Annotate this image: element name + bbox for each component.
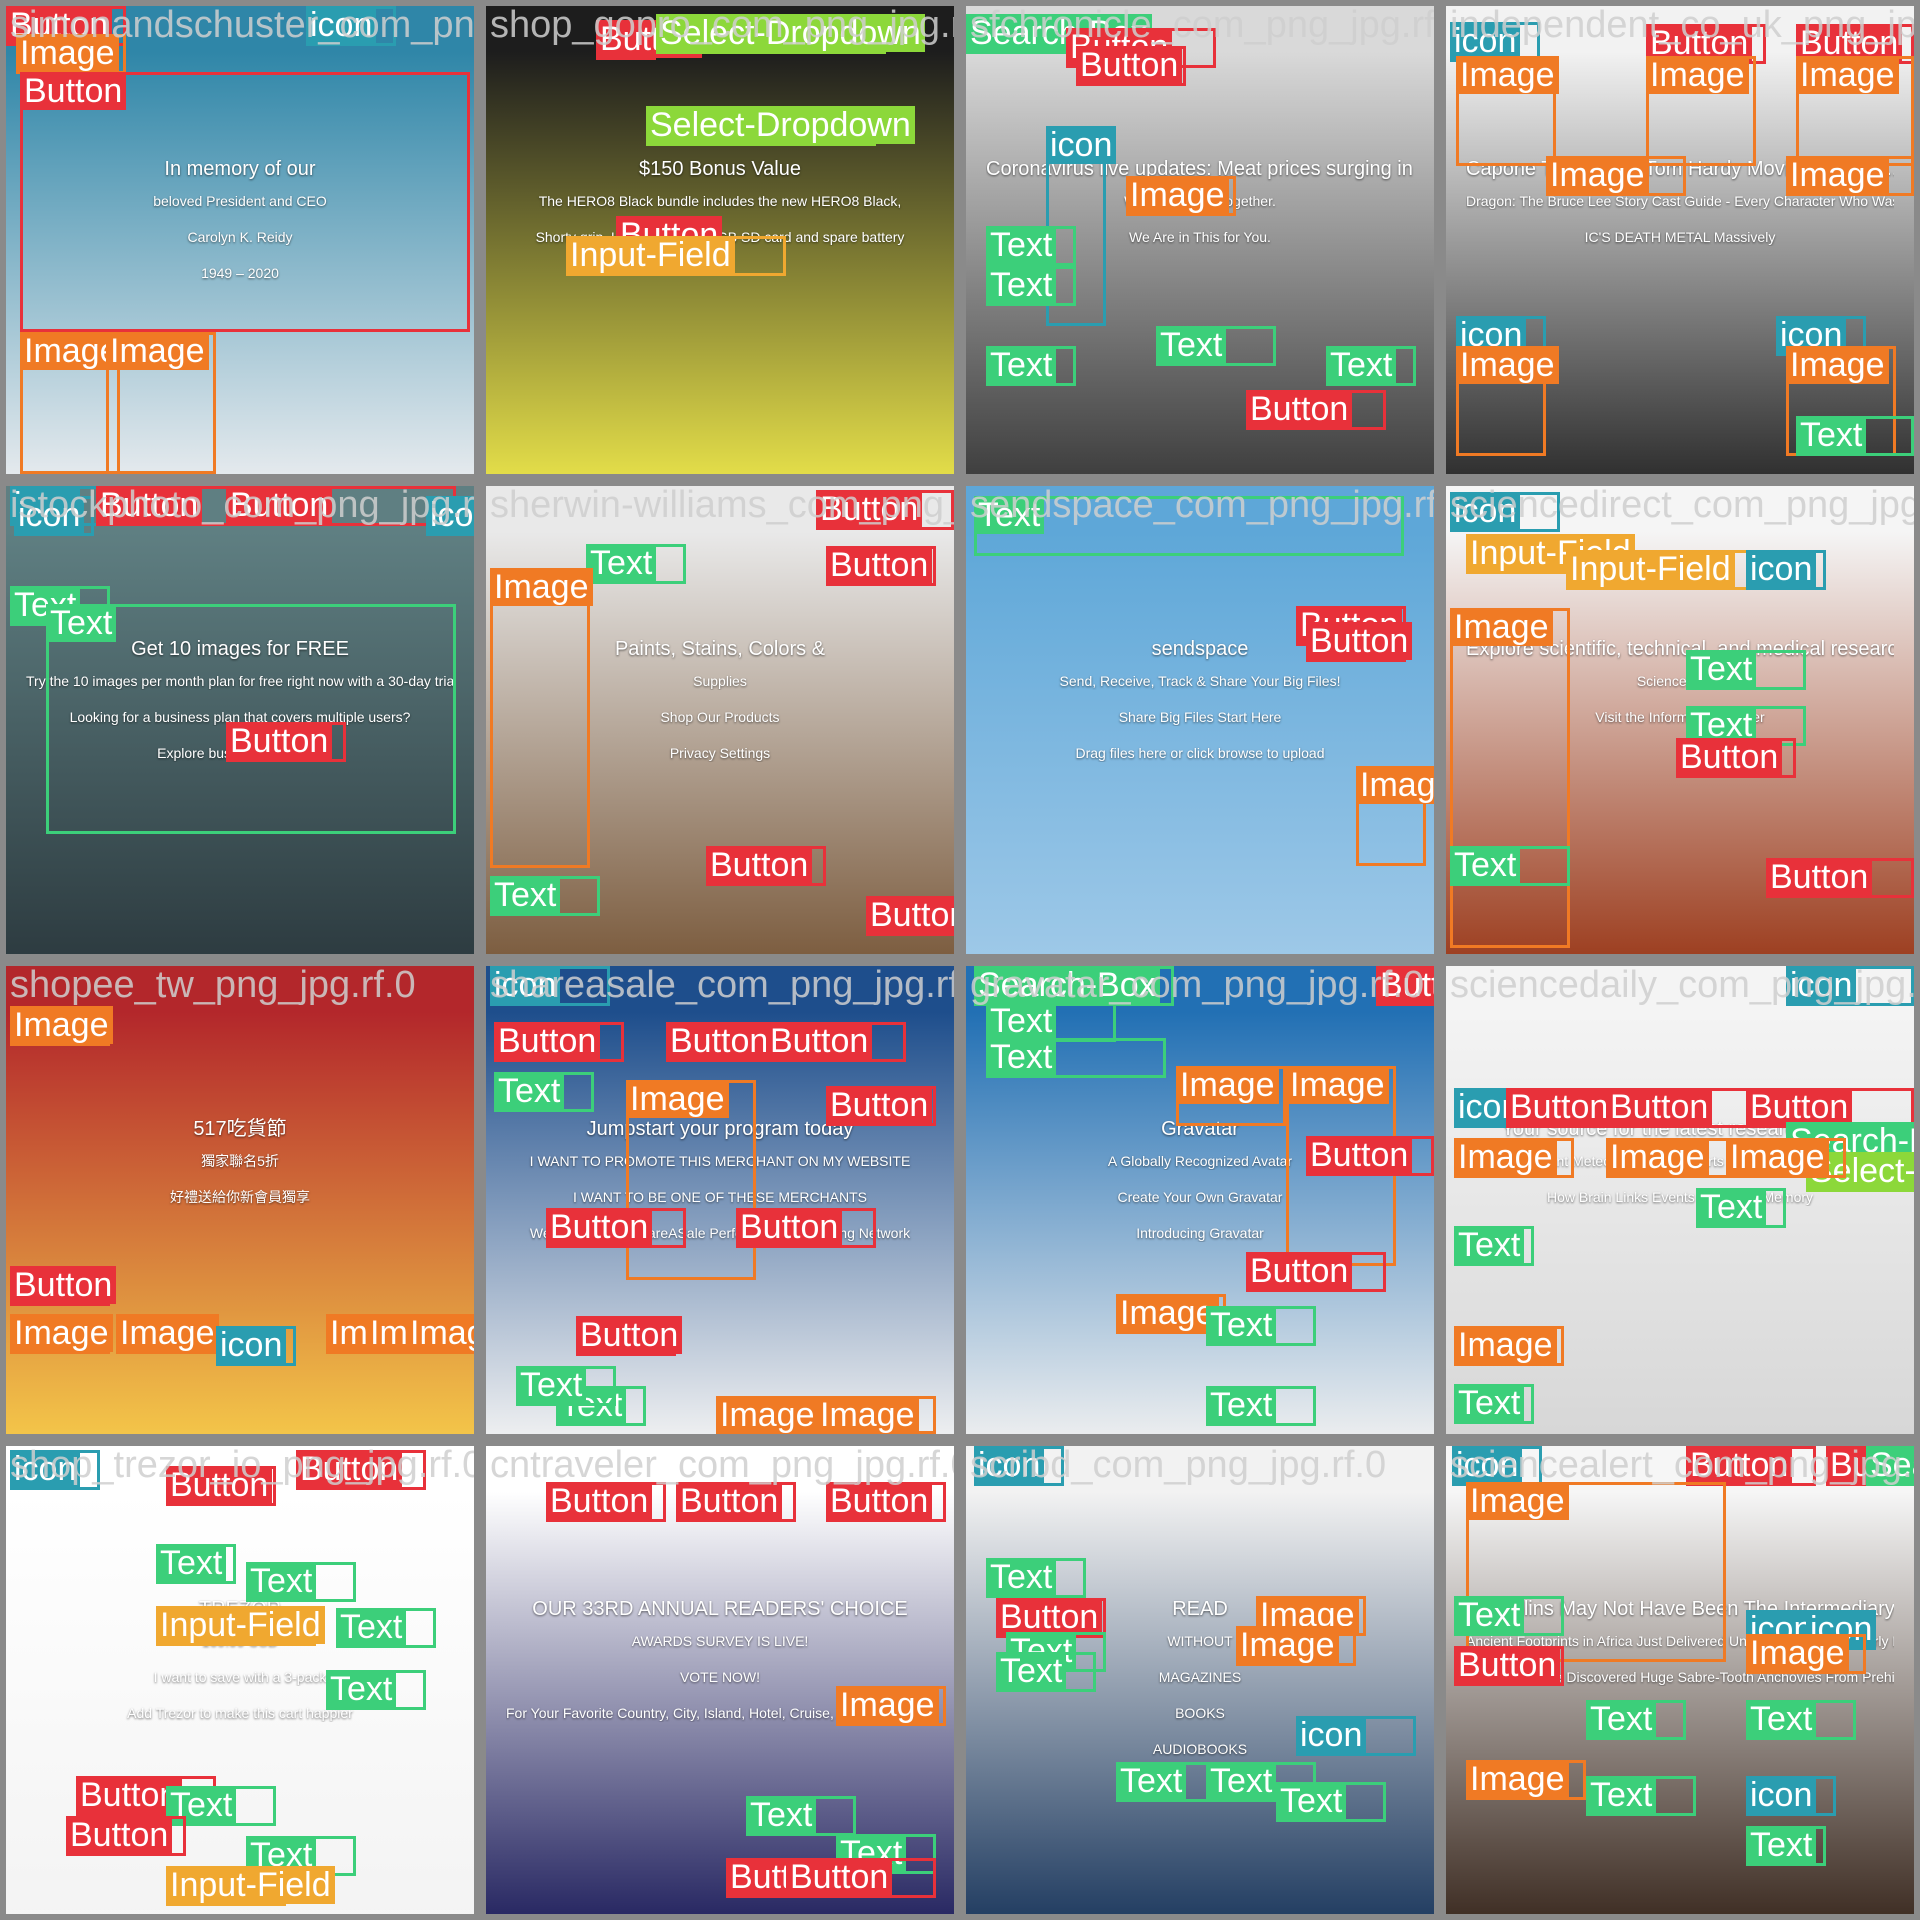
screenshot-tile: simonandschuster_com_png_jpg.rf.0 In memo… xyxy=(0,0,480,480)
page-text: I WANT TO BE ONE OF THESE MERCHANTS xyxy=(572,1189,868,1205)
page-text: AUDIOBOOKS xyxy=(1152,1741,1248,1757)
site-hero xyxy=(966,52,1434,474)
screenshot-tile: shareasale_com_png_jpg.rf.0 Jumpstart you… xyxy=(480,960,960,1440)
page-text: A Globally Recognized Avatar xyxy=(1107,1153,1293,1169)
page-text: MAGAZINES xyxy=(1158,1669,1242,1685)
screenshot-tile: sciencealert_com_png_jpg.rf.0 Pangolins M… xyxy=(1440,1440,1920,1920)
tile-filename: independent_co_uk_png_jpg.rf.0 xyxy=(1450,4,1917,46)
screenshot-tile: shop_gopro_com_png_jpg.rf.0 $150 Bonus Va… xyxy=(480,0,960,480)
tile-filename: gravatar_com_png_jpg.rf.0 xyxy=(970,964,1425,1006)
page-text: IC'S DEATH METAL Massively xyxy=(1584,229,1776,245)
tile-filename: sciencedaily_com_png_jpg.rf.0 xyxy=(1450,964,1920,1006)
page-text: For Your Favorite Country, City, Island,… xyxy=(506,1705,934,1721)
page-text: Dragon: The Bruce Lee Story Cast Guide -… xyxy=(1466,193,1894,209)
page-text: I want to save with a 3-pack xyxy=(153,1669,327,1685)
page-text: sendspace xyxy=(1151,638,1249,660)
page-text: Carolyn K. Reidy xyxy=(187,229,293,245)
page-text: Visit the Information Center xyxy=(1595,709,1765,725)
page-text: How Brain Links Events to Form a Memory xyxy=(1546,1189,1814,1205)
page-text: TREZOR xyxy=(198,1598,282,1620)
screenshot-tile: sfchronicle_com_png_jpg.rf.0 Coronavirus … xyxy=(960,0,1440,480)
page-text: Paints, Stains, Colors & xyxy=(614,638,826,660)
tile-filename: sciencealert_com_png_jpg.rf.0 xyxy=(1450,1444,1920,1486)
page-text: Gravatar xyxy=(1161,1118,1239,1140)
page-text: Introducing Gravatar xyxy=(1136,1225,1264,1241)
screenshot-tile: cntraveler_com_png_jpg.rf.0 OUR 33RD ANNU… xyxy=(480,1440,960,1920)
screenshot-tile: sendspace_com_png_jpg.rf.0 sendspace Send,… xyxy=(960,480,1440,960)
screenshot-tile: scribd_com_png_jpg.rf.0 READ WITHOUT MAGAZI… xyxy=(960,1440,1440,1920)
tile-filename: sendspace_com_png_jpg.rf.0 xyxy=(970,484,1440,526)
tile-filename: simonandschuster_com_png_jpg.rf.0 xyxy=(10,4,480,46)
page-text: I WANT TO PROMOTE THIS MERCHANT ON MY WE… xyxy=(529,1153,911,1169)
page-text: Jumpstart your program today xyxy=(586,1118,854,1140)
page-text: READ xyxy=(1172,1598,1228,1620)
page-text: Giant Meteorite Impacts: Parts of Moon's… xyxy=(1534,1153,1826,1169)
screenshot-tile: shop_trezor_io_png_jpg.rf.0 TREZOR 169.99 … xyxy=(0,1440,480,1920)
page-text: Explore scientific, technical, and medic… xyxy=(1466,638,1894,660)
tile-filename: shop_gopro_com_png_jpg.rf.0 xyxy=(490,4,960,46)
site-hero xyxy=(6,1012,474,1434)
screenshot-tile: sciencedirect_com_png_jpg.rf.0 Explore sc… xyxy=(1440,480,1920,960)
page-text: Supplies xyxy=(693,673,747,689)
page-text: In memory of our xyxy=(164,158,316,180)
screenshot-tile: gravatar_com_png_jpg.rf.0 Gravatar A Globa… xyxy=(960,960,1440,1440)
page-text: We Are in This Together. xyxy=(1124,193,1276,209)
page-text: $150 Bonus Value xyxy=(639,158,801,180)
tile-filename: shopee_tw_png_jpg.rf.0 xyxy=(10,964,416,1006)
tile-filename: scribd_com_png_jpg.rf.0 xyxy=(970,1444,1387,1486)
tile-filename: istockphoto_com_png_jpg.rf.0 xyxy=(10,484,480,526)
page-text: OUR 33RD ANNUAL READERS' CHOICE xyxy=(532,1598,908,1620)
site-hero xyxy=(1446,532,1914,954)
tile-filename: cntraveler_com_png_jpg.rf.0 xyxy=(490,1444,960,1486)
tile-filename: shareasale_com_png_jpg.rf.0 xyxy=(490,964,960,1006)
page-text: Try the 10 images per month plan for fre… xyxy=(26,673,454,689)
page-text: Shop Our Products xyxy=(660,709,780,725)
mosaic-grid: simonandschuster_com_png_jpg.rf.0 In memo… xyxy=(0,0,1920,1920)
page-text: 好禮送給你新會員獨享 xyxy=(170,1189,310,1205)
page-text: Ancient Footprints in Africa Just Delive… xyxy=(1466,1633,1894,1649)
page-text: WITHOUT xyxy=(1167,1633,1233,1649)
page-text: Share Big Files Start Here xyxy=(1118,709,1282,725)
site-hero xyxy=(1446,52,1914,474)
page-text: Looking for a business plan that covers … xyxy=(69,709,411,725)
screenshot-tile: independent_co_uk_png_jpg.rf.0 Capone Tru… xyxy=(1440,0,1920,480)
site-hero xyxy=(1446,1492,1914,1914)
page-text: 169.99 USD xyxy=(201,1633,279,1649)
screenshot-tile: sciencedaily_com_png_jpg.rf.0 Your source… xyxy=(1440,960,1920,1440)
page-text: beloved President and CEO xyxy=(153,193,327,209)
page-text: Add Trezor to make this cart happier xyxy=(127,1705,353,1721)
page-text: Privacy Settings xyxy=(669,745,771,761)
page-text: Welcome to the ShareASale Performance Ma… xyxy=(529,1225,911,1241)
tile-filename: sciencedirect_com_png_jpg.rf.0 xyxy=(1450,484,1920,526)
page-text: BOOKS xyxy=(1175,1705,1225,1721)
page-text: 517吃貨節 xyxy=(193,1118,287,1140)
page-text: We Are in This for You. xyxy=(1129,229,1271,245)
page-text: VOTE NOW! xyxy=(679,1669,761,1685)
page-text: Scientists Have Discovered Huge Sabre-To… xyxy=(1466,1669,1894,1685)
tile-filename: sherwin-williams_com_png_jpg.rf.0 xyxy=(490,484,954,526)
page-text: Drag files here or click browse to uploa… xyxy=(1075,745,1325,761)
page-text: Shorty grip, Head Strap, a 32GB SD card … xyxy=(535,229,905,245)
page-text: Coronavirus live updates: Meat prices su… xyxy=(986,158,1414,180)
page-text: The HERO8 Black bundle includes the new … xyxy=(538,193,902,209)
site-hero xyxy=(1446,1012,1914,1434)
page-text: Create Your Own Gravatar xyxy=(1117,1189,1283,1205)
page-text: 獨家聯名5折 xyxy=(201,1153,279,1169)
screenshot-tile: istockphoto_com_png_jpg.rf.0 Get 10 image… xyxy=(0,480,480,960)
page-text: Pangolins May Not Have Been The Intermed… xyxy=(1466,1598,1894,1620)
screenshot-tile: sherwin-williams_com_png_jpg.rf.0 Paints,… xyxy=(480,480,960,960)
tile-filename: shop_trezor_io_png_jpg.rf.0 xyxy=(10,1444,480,1486)
page-text: 1949 – 2020 xyxy=(201,265,279,281)
page-text: Capone True Story: Tom Hardy Movie's Big… xyxy=(1466,158,1894,180)
page-text: ScienceDirect xyxy=(1636,673,1724,689)
site-hero xyxy=(486,52,954,474)
page-text: Explore business solutions xyxy=(157,745,323,761)
screenshot-tile: shopee_tw_png_jpg.rf.0 517吃貨節獨家聯名5折好禮送給你新… xyxy=(0,960,480,1440)
page-text: Send, Receive, Track & Share Your Big Fi… xyxy=(1059,673,1341,689)
page-text: Get 10 images for FREE xyxy=(131,638,349,660)
page-text: Your source for the latest research news xyxy=(1501,1118,1859,1140)
tile-filename: sfchronicle_com_png_jpg.rf.0 xyxy=(970,4,1440,46)
page-text: AWARDS SURVEY IS LIVE! xyxy=(631,1633,809,1649)
